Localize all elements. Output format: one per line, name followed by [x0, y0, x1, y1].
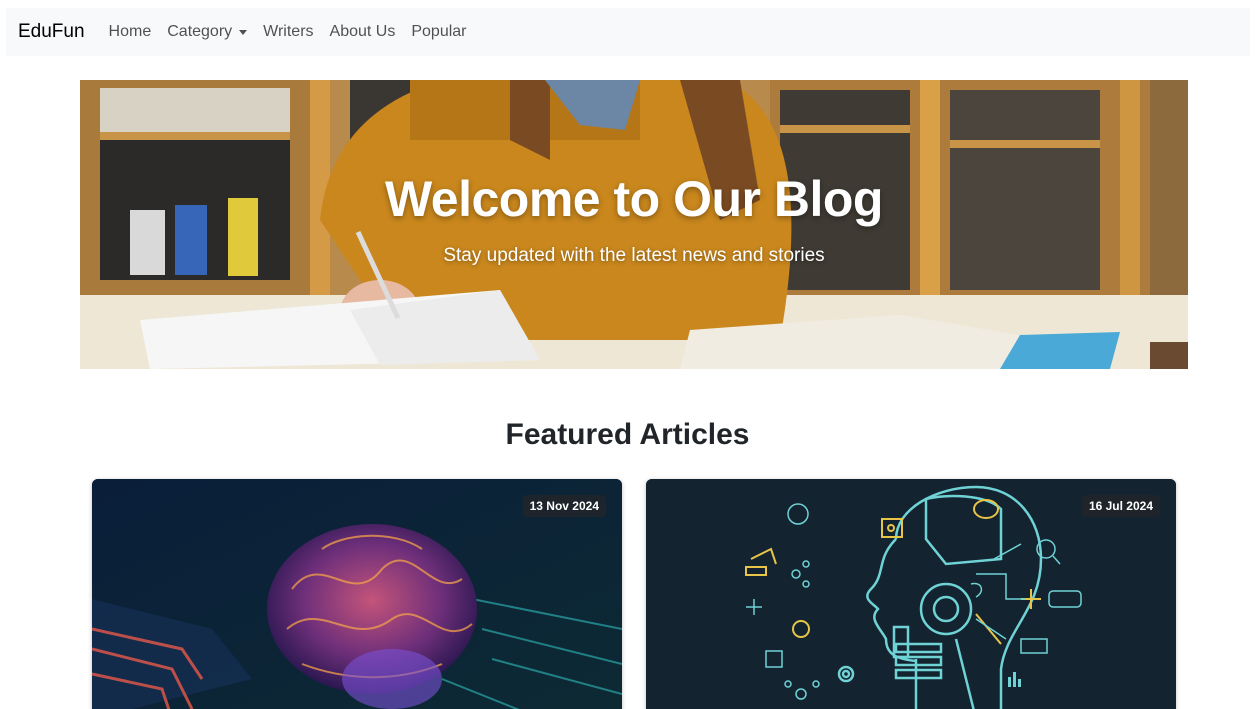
- nav-link-home[interactable]: Home: [109, 23, 152, 41]
- nav-link-category[interactable]: Category: [167, 23, 248, 41]
- hero-text: Welcome to Our Blog Stay updated with th…: [80, 80, 1188, 369]
- hero-banner: Welcome to Our Blog Stay updated with th…: [80, 80, 1188, 369]
- nav-link-popular[interactable]: Popular: [411, 23, 466, 41]
- hero-subtitle: Stay updated with the latest news and st…: [443, 245, 825, 266]
- article-date-badge: 13 Nov 2024: [522, 495, 606, 517]
- featured-articles-title: Featured Articles: [505, 418, 750, 451]
- nav-link-category-label: Category: [167, 23, 233, 40]
- nav-link-about-us[interactable]: About Us: [330, 23, 396, 41]
- caret-down-icon: [239, 29, 248, 35]
- article-card-2[interactable]: 16 Jul 2024: [646, 479, 1176, 709]
- article-card-1[interactable]: 13 Nov 2024: [92, 479, 622, 709]
- brand-logo[interactable]: EduFun: [18, 21, 85, 43]
- hero-title: Welcome to Our Blog: [385, 171, 883, 227]
- navbar: EduFun Home Category Writers About Us Po…: [6, 8, 1250, 56]
- article-date-badge: 16 Jul 2024: [1081, 495, 1160, 517]
- nav-link-writers[interactable]: Writers: [263, 23, 313, 41]
- nav-links: Home Category Writers About Us Popular: [109, 23, 483, 41]
